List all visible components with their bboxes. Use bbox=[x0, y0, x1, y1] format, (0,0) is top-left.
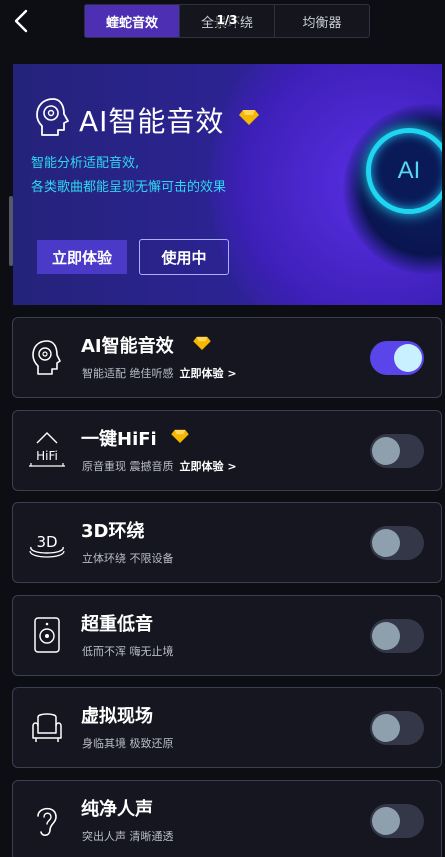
tab-equalizer[interactable]: 均衡器 bbox=[275, 5, 369, 37]
top-bar: 蝰蛇音效 全景环绕 均衡器 1/3 bbox=[0, 0, 445, 44]
effect-card-3d[interactable]: 3D 3D环绕 立体环绕 不限设备 bbox=[12, 502, 442, 583]
banner-description-1: 智能分析适配音效, bbox=[31, 156, 140, 171]
effect-card-bass[interactable]: 超重低音 低而不浑 嗨无止境 bbox=[12, 595, 442, 676]
super-bass-toggle[interactable] bbox=[370, 619, 424, 653]
premium-diamond-icon bbox=[171, 429, 189, 443]
card-subtitle: 突出人声 清晰通透 bbox=[82, 830, 174, 843]
ai-effect-toggle[interactable] bbox=[370, 341, 424, 375]
effect-card-hifi[interactable]: HiFi 一键HiFi 原音重现 震撼音质 立即体验 > bbox=[12, 410, 442, 491]
banner-title: AI智能音效 bbox=[79, 105, 225, 138]
premium-diamond-icon bbox=[239, 110, 259, 125]
try-now-button[interactable]: 立即体验 bbox=[37, 240, 127, 274]
pure-vocal-toggle[interactable] bbox=[370, 804, 424, 838]
try-link[interactable]: 立即体验 > bbox=[180, 367, 237, 380]
3d-surround-icon: 3D bbox=[29, 533, 65, 558]
effect-card-ai[interactable]: AI智能音效 智能适配 绝佳听感 立即体验 > bbox=[12, 317, 442, 398]
ai-effect-banner: AI AI智能音效 智能分析适配音效, 各类歌曲都能呈现无懈可击的效果 立即体验… bbox=[13, 64, 442, 305]
3d-surround-toggle[interactable] bbox=[370, 526, 424, 560]
ai-emblem: AI bbox=[366, 128, 442, 214]
card-title: 超重低音 bbox=[81, 614, 153, 635]
ai-head-icon bbox=[32, 340, 61, 375]
card-subtitle: 低而不浑 嗨无止境 bbox=[82, 645, 174, 658]
card-title: AI智能音效 bbox=[81, 336, 174, 357]
card-subtitle: 立体环绕 不限设备 bbox=[82, 552, 174, 565]
effect-card-virtual-live[interactable]: 虚拟现场 身临其境 极致还原 bbox=[12, 687, 442, 768]
virtual-live-toggle[interactable] bbox=[370, 711, 424, 745]
ai-emblem-text: AI bbox=[397, 157, 421, 184]
tab-viper-effects[interactable]: 蝰蛇音效 bbox=[85, 5, 180, 37]
card-subtitle: 智能适配 绝佳听感 立即体验 > bbox=[82, 367, 237, 380]
card-title: 一键HiFi bbox=[81, 429, 157, 450]
svg-text:3D: 3D bbox=[36, 533, 57, 551]
card-title: 纯净人声 bbox=[81, 799, 153, 820]
card-subtitle: 身临其境 极致还原 bbox=[82, 737, 174, 750]
hifi-icon: HiFi bbox=[29, 432, 65, 467]
armchair-icon bbox=[32, 713, 62, 742]
card-title: 虚拟现场 bbox=[81, 706, 153, 727]
page-indicator: 1/3 bbox=[215, 13, 239, 27]
ai-head-icon bbox=[36, 98, 69, 136]
back-arrow-icon[interactable] bbox=[8, 6, 36, 36]
card-subtitle: 原音重现 震撼音质 立即体验 > bbox=[82, 460, 237, 473]
banner-description-2: 各类歌曲都能呈现无懈可击的效果 bbox=[31, 180, 227, 195]
ear-icon bbox=[37, 807, 57, 836]
in-use-button[interactable]: 使用中 bbox=[139, 239, 229, 275]
try-link[interactable]: 立即体验 > bbox=[180, 460, 237, 473]
svg-text:HiFi: HiFi bbox=[36, 449, 58, 463]
effect-card-vocal[interactable]: 纯净人声 突出人声 清晰通透 bbox=[12, 780, 442, 857]
card-title: 3D环绕 bbox=[81, 521, 145, 542]
premium-diamond-icon bbox=[193, 336, 211, 350]
speaker-icon bbox=[34, 617, 60, 653]
hifi-toggle[interactable] bbox=[370, 434, 424, 468]
